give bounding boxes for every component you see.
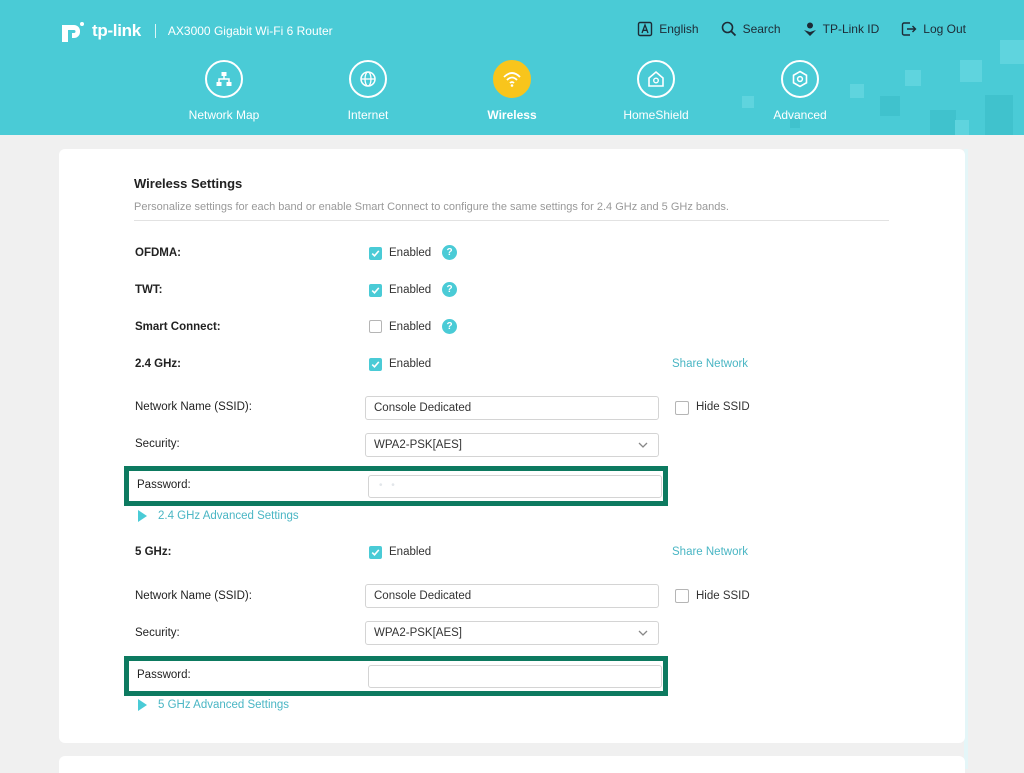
band-5-security-value: WPA2-PSK[AES]	[374, 627, 462, 639]
ofdma-label: OFDMA:	[135, 247, 181, 259]
band-24-password-highlight: Password: • •	[124, 466, 668, 506]
checkmark-icon	[371, 549, 380, 556]
band-5-security-select[interactable]: WPA2-PSK[AES]	[365, 621, 659, 645]
logout-button[interactable]: Log Out	[901, 21, 966, 37]
search-button[interactable]: Search	[721, 21, 781, 37]
expand-triangle-icon	[138, 510, 147, 522]
band-5-label: 5 GHz:	[135, 546, 172, 558]
smart-connect-help-icon[interactable]: ?	[442, 319, 457, 334]
band-24-ssid-input[interactable]: Console Dedicated	[365, 396, 659, 420]
tplink-id-button[interactable]: TP-Link ID	[803, 21, 880, 37]
band-5-option: Enabled	[389, 546, 432, 558]
tp-link-logo-icon	[58, 16, 88, 46]
chevron-down-icon	[638, 442, 648, 448]
band-24-checkbox[interactable]	[369, 358, 382, 371]
nav-wireless[interactable]: Wireless	[457, 60, 567, 122]
band-24-advanced-settings-toggle[interactable]: 2.4 GHz Advanced Settings	[138, 510, 299, 522]
brand: tp-link AX3000 Gigabit Wi-Fi 6 Router	[58, 16, 333, 46]
band-24-ssid-label: Network Name (SSID):	[135, 401, 252, 413]
band-24-security-value: WPA2-PSK[AES]	[374, 439, 462, 451]
band-24-hide-ssid-label: Hide SSID	[696, 401, 750, 413]
smart-connect-option: Enabled	[389, 321, 432, 333]
language-button[interactable]: English	[637, 21, 699, 37]
checkmark-icon	[371, 250, 380, 257]
band-5-advanced-label: 5 GHz Advanced Settings	[158, 699, 290, 711]
band-24-security-select[interactable]: WPA2-PSK[AES]	[365, 433, 659, 457]
band-24-option: Enabled	[389, 358, 432, 370]
user-icon	[803, 22, 816, 36]
ofdma-checkbox[interactable]	[369, 247, 382, 260]
twt-label: TWT:	[135, 284, 163, 296]
band-5-advanced-settings-toggle[interactable]: 5 GHz Advanced Settings	[138, 699, 289, 711]
twt-help-icon[interactable]: ?	[442, 282, 457, 297]
model-name: AX3000 Gigabit Wi-Fi 6 Router	[167, 24, 333, 38]
twt-option: Enabled	[389, 284, 432, 296]
search-icon	[721, 21, 736, 37]
band-24-security-label: Security:	[135, 438, 180, 450]
logout-icon	[902, 22, 917, 36]
band-24-hide-ssid-checkbox[interactable]	[675, 401, 689, 415]
header: tp-link AX3000 Gigabit Wi-Fi 6 Router En…	[0, 0, 1024, 135]
expand-triangle-icon	[138, 699, 147, 711]
nav-homeshield[interactable]: HomeShield	[601, 60, 711, 122]
checkmark-icon	[371, 361, 380, 368]
section-description: Personalize settings for each band or en…	[134, 201, 729, 213]
band-5-share-network-link[interactable]: Share Network	[672, 546, 748, 558]
homeshield-icon	[637, 60, 675, 98]
brand-separator	[154, 24, 156, 38]
band-5-password-label: Password:	[137, 669, 191, 681]
band-5-hide-ssid-checkbox[interactable]	[675, 589, 689, 603]
chevron-down-icon	[638, 630, 648, 636]
checkmark-icon	[371, 287, 380, 294]
nav-network-map[interactable]: Network Map	[169, 60, 279, 122]
language-label: English	[659, 22, 699, 36]
network-map-icon	[205, 60, 243, 98]
globe-icon	[349, 60, 387, 98]
band-5-ssid-input[interactable]: Console Dedicated	[365, 584, 659, 608]
nav-internet[interactable]: Internet	[313, 60, 423, 122]
language-icon	[638, 21, 653, 37]
search-label: Search	[742, 22, 781, 36]
band-24-password-label: Password:	[137, 479, 191, 491]
smart-connect-label: Smart Connect:	[135, 321, 221, 333]
section-title: Wireless Settings	[134, 176, 243, 191]
nav-label: Internet	[347, 108, 389, 122]
band-24-advanced-label: 2.4 GHz Advanced Settings	[158, 510, 299, 522]
logo-text: tp-link	[92, 21, 141, 40]
ofdma-option: Enabled	[389, 247, 432, 259]
band-5-ssid-label: Network Name (SSID):	[135, 590, 252, 602]
band-24-password-input[interactable]: • •	[368, 475, 662, 498]
main-nav: Network Map Internet Wireless HomeShield…	[0, 60, 1024, 135]
next-card	[59, 756, 965, 773]
logout-label: Log Out	[923, 22, 966, 36]
band-5-hide-ssid-label: Hide SSID	[696, 590, 750, 602]
band-24-share-network-link[interactable]: Share Network	[672, 358, 748, 370]
band-5-security-label: Security:	[135, 627, 180, 639]
twt-checkbox[interactable]	[369, 284, 382, 297]
tplink-id-label: TP-Link ID	[822, 22, 880, 36]
nav-label: Wireless	[487, 108, 537, 122]
band-5-checkbox[interactable]	[369, 546, 382, 559]
smart-connect-checkbox[interactable]	[369, 320, 382, 333]
nav-advanced[interactable]: Advanced	[745, 60, 855, 122]
divider	[134, 220, 889, 221]
password-mask: • •	[379, 480, 398, 491]
nav-label: Advanced	[773, 108, 827, 122]
gear-icon	[781, 60, 819, 98]
ofdma-help-icon[interactable]: ?	[442, 245, 457, 260]
nav-label: Network Map	[188, 108, 260, 122]
nav-label: HomeShield	[623, 108, 689, 122]
band-5-password-highlight: Password:	[124, 656, 668, 696]
wifi-icon	[493, 60, 531, 98]
top-links: English Search TP-Link ID Log Out	[615, 21, 966, 37]
band-5-password-input[interactable]	[368, 665, 662, 688]
band-24-label: 2.4 GHz:	[135, 358, 182, 370]
